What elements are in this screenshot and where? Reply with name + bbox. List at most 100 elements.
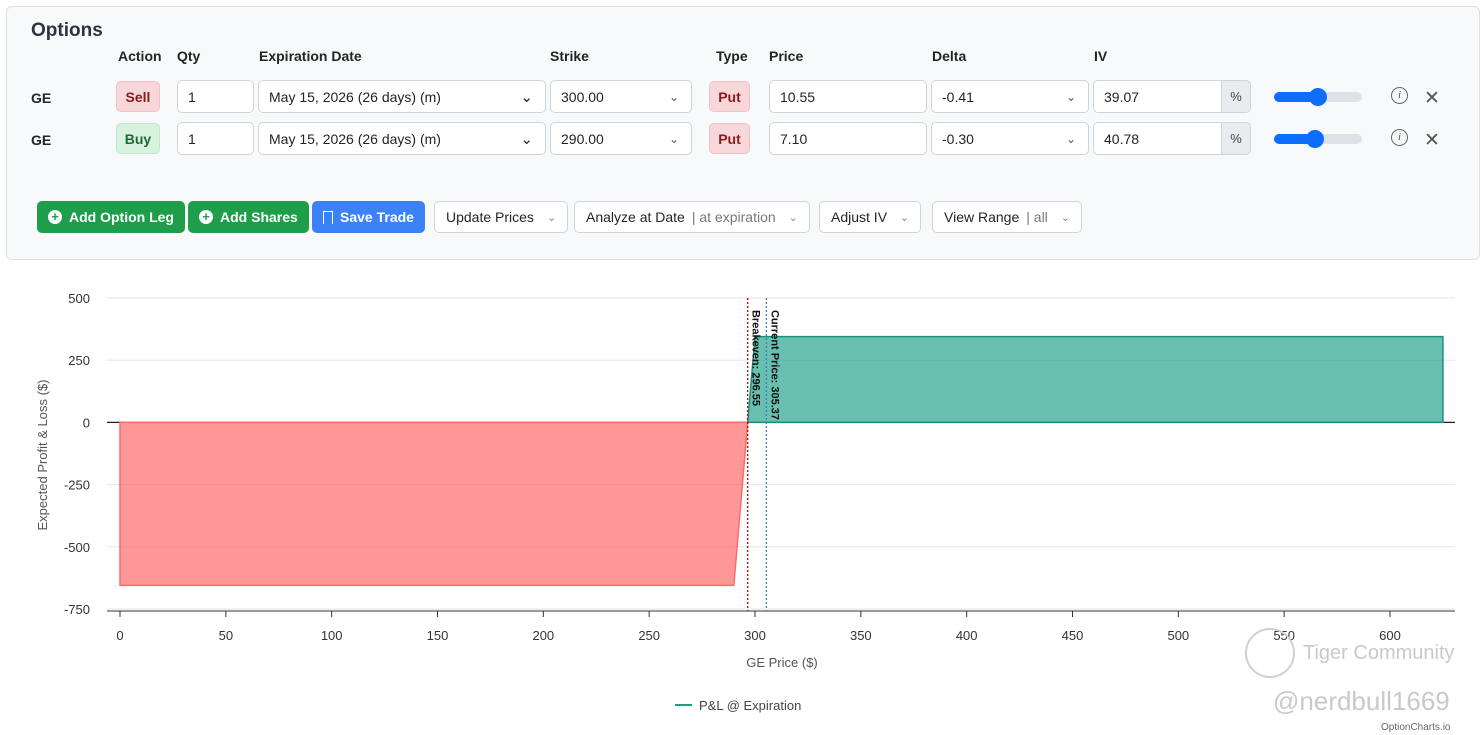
price-input[interactable]: 7.10: [769, 122, 927, 155]
x-tick-label: 50: [219, 628, 233, 643]
x-tick-label: 600: [1379, 628, 1401, 643]
action-toggle[interactable]: Buy: [116, 123, 160, 154]
chevron-down-icon: ⌄: [546, 211, 557, 224]
x-axis-title: GE Price ($): [746, 655, 818, 670]
profit-area: [746, 335, 1444, 424]
iv-input[interactable]: 39.07: [1093, 80, 1223, 113]
header-qty: Qty: [177, 48, 201, 64]
y-tick-label: -500: [64, 540, 90, 555]
y-tick-label: 500: [68, 291, 90, 306]
iv-input[interactable]: 40.78: [1093, 122, 1223, 155]
save-trade-button[interactable]: Save Trade: [312, 201, 425, 233]
type-toggle[interactable]: Put: [709, 123, 750, 154]
y-tick-label: 250: [68, 353, 90, 368]
iv-slider[interactable]: [1274, 88, 1362, 106]
header-expiration: Expiration Date: [259, 48, 362, 64]
remove-leg-icon[interactable]: ✕: [1424, 129, 1440, 152]
price-input[interactable]: 10.55: [769, 80, 927, 113]
chevron-down-icon: ⌄: [1065, 89, 1076, 104]
view-range-sub: | all: [1026, 209, 1048, 225]
action-toggle[interactable]: Sell: [116, 81, 160, 112]
chevron-down-icon: ⌄: [900, 211, 910, 224]
remove-leg-icon[interactable]: ✕: [1424, 87, 1440, 110]
plus-circle-icon: +: [48, 210, 62, 224]
legend-label: P&L @ Expiration: [699, 698, 801, 713]
iv-slider[interactable]: [1274, 130, 1362, 148]
x-tick-label: 250: [638, 628, 660, 643]
add-shares-button[interactable]: + Add Shares: [188, 201, 309, 233]
plus-circle-icon: +: [199, 210, 213, 224]
delta-select[interactable]: -0.41 ⌄: [931, 80, 1089, 113]
adjust-iv-dropdown[interactable]: Adjust IV ⌄: [819, 201, 922, 233]
strike-value: 300.00: [561, 88, 604, 105]
loss-area: [119, 421, 749, 587]
analyze-label: Analyze at Date: [586, 209, 685, 225]
strike-select[interactable]: 300.00 ⌄: [550, 80, 692, 113]
x-tick-label: 0: [116, 628, 123, 643]
bookmark-icon: [323, 210, 333, 224]
x-tick-label: 500: [1167, 628, 1189, 643]
adjust-iv-label: Adjust IV: [831, 209, 888, 225]
view-range-label: View Range: [944, 209, 1020, 225]
watermark-community: Tiger Community: [1303, 642, 1455, 664]
expiration-select[interactable]: May 15, 2026 (26 days) (m) ⌄: [258, 122, 546, 155]
annotation-label: Breakeven: 296.55: [750, 310, 762, 406]
chevron-down-icon: ⌄: [1065, 131, 1076, 146]
qty-input[interactable]: 1: [177, 122, 254, 155]
type-toggle[interactable]: Put: [709, 81, 750, 112]
x-tick-label: 300: [744, 628, 766, 643]
header-delta: Delta: [932, 48, 967, 64]
panel-title: Options: [31, 20, 103, 41]
chevron-down-icon: ⌄: [520, 130, 533, 148]
header-price: Price: [769, 48, 804, 64]
delta-value: -0.41: [942, 88, 974, 105]
update-prices-dropdown[interactable]: Update Prices ⌄: [434, 201, 569, 233]
analyze-at-date-dropdown[interactable]: Analyze at Date | at expiration ⌄: [574, 201, 810, 233]
info-icon[interactable]: i: [1391, 129, 1408, 146]
strike-value: 290.00: [561, 130, 604, 147]
leg-symbol: GE: [31, 132, 52, 148]
info-icon[interactable]: i: [1391, 87, 1408, 104]
expiration-value: May 15, 2026 (26 days) (m): [269, 130, 441, 147]
header-action: Action: [118, 48, 162, 64]
header-strike: Strike: [550, 48, 589, 64]
x-tick-label: 400: [956, 628, 978, 643]
qty-input[interactable]: 1: [177, 80, 254, 113]
delta-value: -0.30: [942, 130, 974, 147]
y-tick-label: -750: [64, 602, 90, 617]
view-range-dropdown[interactable]: View Range | all ⌄: [932, 201, 1083, 233]
chevron-down-icon: ⌄: [788, 211, 798, 224]
x-tick-label: 150: [427, 628, 449, 643]
leg-symbol: GE: [31, 90, 52, 106]
chevron-down-icon: ⌄: [668, 131, 679, 146]
watermark-handle: @nerdbull1669: [1273, 686, 1450, 716]
y-tick-label: 0: [83, 415, 90, 430]
add-option-leg-label: Add Option Leg: [69, 209, 174, 225]
expiration-value: May 15, 2026 (26 days) (m): [269, 88, 441, 105]
add-shares-label: Add Shares: [220, 209, 298, 225]
x-tick-label: 350: [850, 628, 872, 643]
analyze-sub: | at expiration: [691, 209, 776, 225]
brand-credit: OptionCharts.io: [1381, 722, 1451, 733]
header-type: Type: [716, 48, 748, 64]
strike-select[interactable]: 290.00 ⌄: [550, 122, 692, 155]
expiration-select[interactable]: May 15, 2026 (26 days) (m) ⌄: [258, 80, 546, 113]
add-option-leg-button[interactable]: + Add Option Leg: [37, 201, 185, 233]
update-prices-label: Update Prices: [446, 209, 534, 225]
header-iv: IV: [1094, 48, 1108, 64]
x-tick-label: 200: [532, 628, 554, 643]
slider-handle[interactable]: [1309, 88, 1327, 106]
chevron-down-icon: ⌄: [1060, 211, 1071, 224]
chevron-down-icon: ⌄: [668, 89, 679, 104]
y-tick-label: -250: [64, 478, 90, 493]
chevron-down-icon: ⌄: [520, 88, 533, 106]
y-axis-title: Expected Profit & Loss ($): [35, 379, 50, 530]
tiger-logo-icon: [1245, 628, 1295, 678]
iv-unit: %: [1221, 122, 1251, 155]
x-tick-label: 100: [321, 628, 343, 643]
x-tick-label: 450: [1062, 628, 1084, 643]
annotation-label: Current Price: 305.37: [768, 310, 780, 420]
delta-select[interactable]: -0.30 ⌄: [931, 122, 1089, 155]
save-trade-label: Save Trade: [340, 209, 414, 225]
iv-unit: %: [1221, 80, 1251, 113]
